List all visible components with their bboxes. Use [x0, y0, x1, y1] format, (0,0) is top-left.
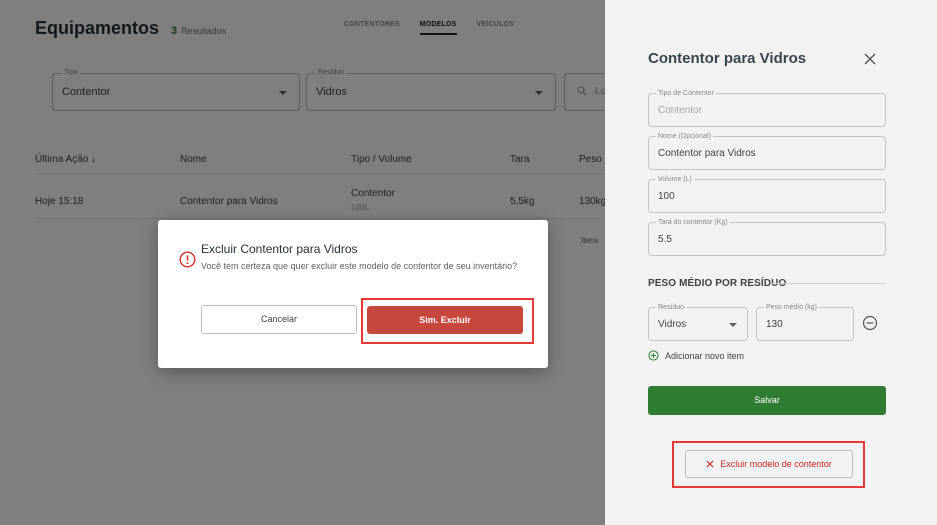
- close-icon[interactable]: [861, 50, 879, 68]
- delete-model-button[interactable]: Excluir modelo de contentor: [685, 450, 853, 478]
- volume-label: Volume (L): [656, 175, 694, 184]
- volume-value: 100: [658, 191, 675, 202]
- container-type-field: Tipo de Contentor Contentor: [648, 89, 886, 127]
- residue-select-value: Vidros: [658, 319, 687, 330]
- section-divider: [771, 283, 886, 284]
- tara-label: Tara do contentor (Kg): [656, 218, 730, 227]
- residue-select-label: Resíduo: [656, 303, 687, 312]
- delete-confirm-dialog: Excluir Contentor para Vidros Você tem c…: [158, 220, 548, 368]
- add-new-item-label: Adicionar novo item: [665, 350, 745, 361]
- save-button[interactable]: Salvar: [648, 386, 886, 415]
- remove-item-icon[interactable]: [862, 315, 878, 331]
- chevron-down-icon: [729, 323, 737, 327]
- tara-value: 5.5: [658, 234, 672, 245]
- confirm-delete-button[interactable]: Sim. Excluir: [367, 306, 523, 334]
- cancel-button[interactable]: Cancelar: [201, 305, 357, 334]
- avg-weight-value: 130: [766, 319, 783, 330]
- name-field[interactable]: Nome (Opcional) Contentor para Vidros: [648, 132, 886, 170]
- drawer-title: Contentor para Vidros: [648, 50, 807, 67]
- app-window: Equipamentos 3 Resultados CONTENTORES MO…: [0, 0, 937, 525]
- dialog-title: Excluir Contentor para Vidros: [201, 242, 358, 256]
- warning-icon: [179, 251, 196, 268]
- avg-weight-field[interactable]: Peso médio (kg) 130: [756, 303, 854, 341]
- tara-field[interactable]: Tara do contentor (Kg) 5.5: [648, 218, 886, 256]
- section-title-avg-weight: PESO MÉDIO POR RESÍDUO: [648, 278, 787, 289]
- residue-select[interactable]: Resíduo Vidros: [648, 303, 748, 341]
- close-icon: [706, 460, 714, 468]
- delete-model-label: Excluir modelo de contentor: [720, 459, 832, 469]
- avg-weight-label: Peso médio (kg): [764, 303, 819, 312]
- container-type-label: Tipo de Contentor: [656, 89, 716, 98]
- container-model-drawer: Contentor para Vidros Tipo de Contentor …: [605, 0, 937, 525]
- container-type-value: Contentor: [658, 105, 702, 116]
- name-value: Contentor para Vidros: [658, 148, 756, 159]
- volume-field[interactable]: Volume (L) 100: [648, 175, 886, 213]
- add-new-item-button[interactable]: Adicionar novo item: [648, 350, 744, 361]
- add-circle-icon: [648, 350, 659, 361]
- dialog-message: Você tem certeza que quer excluir este m…: [201, 261, 518, 271]
- name-label: Nome (Opcional): [656, 132, 713, 141]
